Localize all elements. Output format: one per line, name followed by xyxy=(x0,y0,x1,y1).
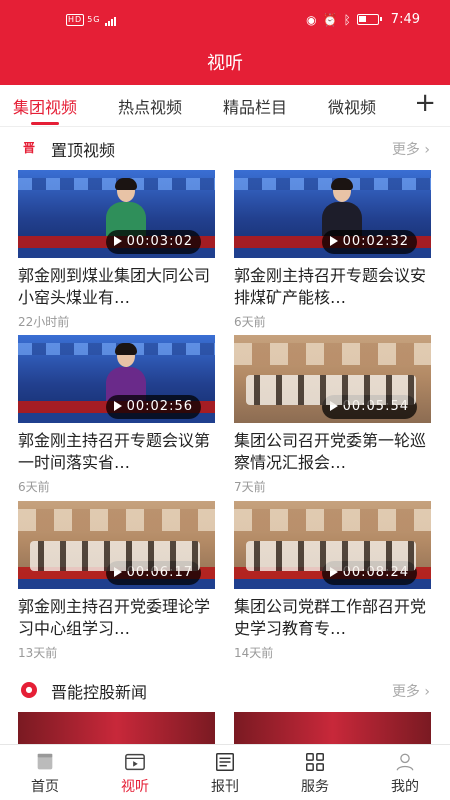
nav-label: 服务 xyxy=(301,779,329,795)
alarm-icon: ⏰ xyxy=(322,12,338,27)
network-type: 5G xyxy=(87,15,101,24)
chevron-right-icon: › xyxy=(424,142,430,158)
play-icon xyxy=(329,567,338,577)
video-thumbnail[interactable]: 00:05:54 xyxy=(234,335,431,423)
duration-badge: 00:03:02 xyxy=(105,230,201,254)
video-title[interactable]: 郭金刚到煤业集团大同公司小窑头煤业有… xyxy=(18,265,215,309)
page-title: 视听 xyxy=(207,53,243,74)
video-title[interactable]: 集团公司党群工作部召开党史学习教育专… xyxy=(234,596,431,640)
video-card[interactable]: 00:08:24 集团公司党群工作部召开党史学习教育专… 14天前 xyxy=(234,501,431,661)
play-icon xyxy=(329,236,338,246)
clock: 7:49 xyxy=(390,12,420,27)
category-tabs: 集团视频 热点视频 精品栏目 微视频 + xyxy=(0,85,450,127)
video-card[interactable]: 00:06:17 郭金刚主持召开党委理论学习中心组学习… 13天前 xyxy=(18,501,215,661)
bottom-nav: 首页 视听 报刊 服务 我的 xyxy=(0,744,450,800)
jin-logo-icon: 晋 xyxy=(22,141,35,155)
more-link[interactable]: 更多 › xyxy=(392,681,430,701)
nav-label: 视听 xyxy=(121,779,149,795)
news-thumbnail[interactable] xyxy=(234,712,431,744)
video-thumbnail[interactable]: 00:03:02 xyxy=(18,170,215,258)
video-title[interactable]: 集团公司召开党委第一轮巡察情况汇报会… xyxy=(234,430,431,474)
duration-badge: 00:02:32 xyxy=(321,230,417,254)
hd-badge: HD xyxy=(66,14,85,26)
nav-profile[interactable]: 我的 xyxy=(370,751,440,796)
video-card[interactable]: 00:03:02 郭金刚到煤业集团大同公司小窑头煤业有… 22小时前 xyxy=(18,170,215,330)
video-time: 6天前 xyxy=(18,480,50,494)
home-icon xyxy=(37,753,53,770)
nav-services[interactable]: 服务 xyxy=(280,751,350,796)
video-title[interactable]: 郭金刚主持召开党委理论学习中心组学习… xyxy=(18,596,215,640)
play-icon xyxy=(329,401,338,411)
more-label: 更多 xyxy=(391,142,420,158)
video-title[interactable]: 郭金刚主持召开专题会议第一时间落实省… xyxy=(18,430,215,474)
duration-text: 00:03:02 xyxy=(126,234,193,249)
add-tab-icon[interactable]: + xyxy=(414,89,436,117)
news-dot-icon: ● xyxy=(21,682,37,698)
signal-indicator: HD 5G xyxy=(66,14,117,26)
section-title: 置顶视频 xyxy=(51,141,116,160)
nav-label: 报刊 xyxy=(211,779,239,795)
video-thumbnail[interactable]: 00:08:24 xyxy=(234,501,431,589)
nav-video[interactable]: 视听 xyxy=(100,751,170,796)
play-icon xyxy=(113,236,122,246)
video-icon xyxy=(125,753,145,771)
video-thumbnail[interactable]: 00:02:56 xyxy=(18,335,215,423)
status-icons: ◉ ⏰ ᛒ 7:49 xyxy=(306,12,420,27)
status-bar: HD 5G ◉ ⏰ ᛒ 7:49 xyxy=(0,8,450,36)
tab-group-videos[interactable]: 集团视频 xyxy=(13,94,77,125)
nav-label: 首页 xyxy=(31,779,59,795)
grid-icon xyxy=(306,753,324,771)
video-card[interactable]: 00:05:54 集团公司召开党委第一轮巡察情况汇报会… 7天前 xyxy=(234,335,431,495)
section-title: 晋能控股新闻 xyxy=(51,683,148,702)
more-label: 更多 xyxy=(391,684,420,700)
eye-icon: ◉ xyxy=(306,12,317,27)
duration-badge: 00:05:54 xyxy=(321,395,417,419)
nav-label: 我的 xyxy=(391,779,419,795)
top-bar: HD 5G ◉ ⏰ ᛒ 7:49 视听 xyxy=(0,0,450,85)
duration-badge: 00:08:24 xyxy=(321,561,417,585)
chevron-right-icon: › xyxy=(424,684,430,700)
video-time: 22小时前 xyxy=(18,315,70,329)
duration-text: 00:06:17 xyxy=(126,565,193,580)
tab-hot-videos[interactable]: 热点视频 xyxy=(118,94,182,118)
video-title[interactable]: 郭金刚主持召开专题会议安排煤矿产能核… xyxy=(234,265,431,309)
play-icon xyxy=(113,567,122,577)
video-time: 14天前 xyxy=(234,646,274,660)
video-card[interactable]: 00:02:32 郭金刚主持召开专题会议安排煤矿产能核… 6天前 xyxy=(234,170,431,330)
video-time: 7天前 xyxy=(234,480,266,494)
video-card[interactable]: 00:02:56 郭金刚主持召开专题会议第一时间落实省… 6天前 xyxy=(18,335,215,495)
play-icon xyxy=(113,401,122,411)
tab-micro-videos[interactable]: 微视频 xyxy=(328,94,376,118)
user-icon xyxy=(396,753,414,771)
tab-featured-columns[interactable]: 精品栏目 xyxy=(223,94,287,118)
duration-text: 00:08:24 xyxy=(342,565,409,580)
signal-bars-icon xyxy=(104,15,117,26)
section-header-pinned: 晋 置顶视频 更多 › xyxy=(0,134,450,164)
section-header-news: ● 晋能控股新闻 更多 › xyxy=(0,676,450,706)
video-thumbnail[interactable]: 00:06:17 xyxy=(18,501,215,589)
battery-icon xyxy=(356,14,382,25)
duration-badge: 00:02:56 xyxy=(105,395,201,419)
duration-badge: 00:06:17 xyxy=(105,561,201,585)
news-thumbnail[interactable] xyxy=(18,712,215,744)
bluetooth-icon: ᛒ xyxy=(343,12,351,27)
nav-newspaper[interactable]: 报刊 xyxy=(190,751,260,796)
duration-text: 00:02:32 xyxy=(342,234,409,249)
video-time: 6天前 xyxy=(234,315,266,329)
more-link[interactable]: 更多 › xyxy=(392,139,430,159)
video-time: 13天前 xyxy=(18,646,58,660)
duration-text: 00:05:54 xyxy=(342,399,409,414)
nav-home[interactable]: 首页 xyxy=(10,751,80,796)
newspaper-icon xyxy=(216,753,234,771)
video-thumbnail[interactable]: 00:02:32 xyxy=(234,170,431,258)
duration-text: 00:02:56 xyxy=(126,399,193,414)
